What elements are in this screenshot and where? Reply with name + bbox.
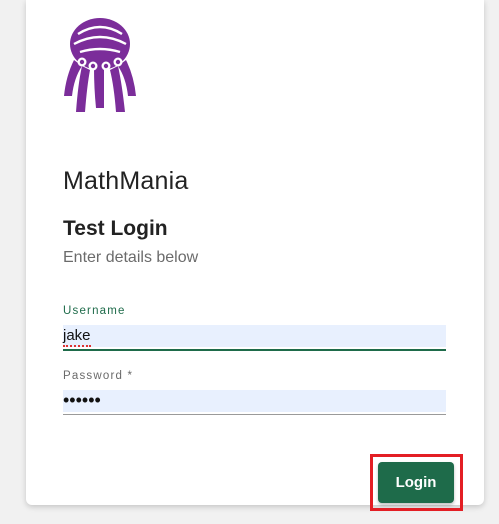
login-button[interactable]: Login xyxy=(378,462,454,503)
username-label: Username xyxy=(63,305,126,317)
username-value: jake xyxy=(63,327,91,347)
password-label: Password * xyxy=(63,370,134,382)
password-input[interactable]: •••••• xyxy=(63,390,446,412)
form-title: Test Login xyxy=(63,217,168,240)
app-name: MathMania xyxy=(63,167,189,195)
username-input[interactable]: jake xyxy=(63,325,446,347)
password-value: •••••• xyxy=(63,390,101,410)
page: MathMania Test Login Enter details below… xyxy=(0,0,499,524)
username-underline xyxy=(63,349,446,351)
login-card: MathMania Test Login Enter details below… xyxy=(26,0,484,511)
password-underline xyxy=(63,414,446,415)
form-subtitle: Enter details below xyxy=(63,249,199,266)
jellyfish-logo-icon xyxy=(64,18,136,112)
